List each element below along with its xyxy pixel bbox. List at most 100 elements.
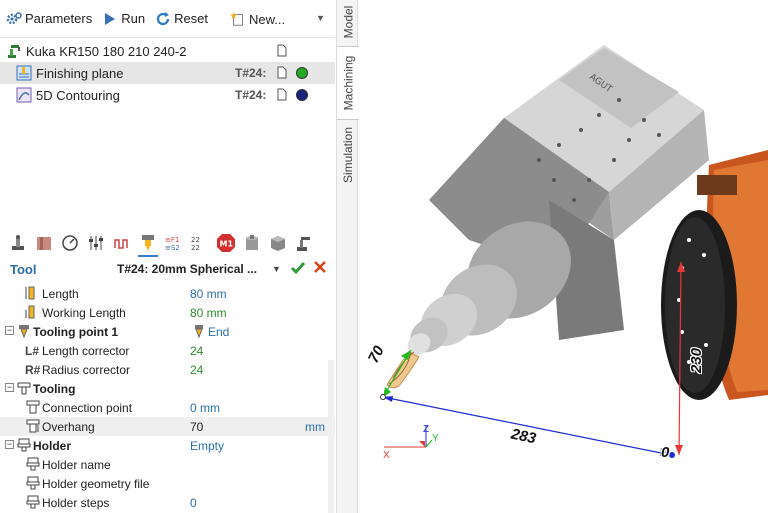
refresh-icon bbox=[155, 11, 171, 27]
tool-icon bbox=[17, 324, 31, 339]
tab-stock[interactable] bbox=[268, 232, 288, 254]
overhang-icon bbox=[26, 419, 40, 433]
prop-value[interactable]: 0 mm bbox=[190, 401, 220, 415]
prop-working-length[interactable]: Working Length 80 mm bbox=[0, 303, 335, 322]
radius-corrector-prefix: R# bbox=[25, 362, 41, 377]
prop-label: Holder geometry file bbox=[42, 476, 150, 491]
svg-text:≡S2: ≡S2 bbox=[165, 244, 180, 252]
section-label: Tooling bbox=[33, 381, 76, 396]
run-label: Run bbox=[121, 11, 146, 26]
prop-holder-name[interactable]: Holder name bbox=[0, 455, 335, 474]
dim-origin-label: 0 bbox=[661, 444, 670, 461]
parameters-button[interactable]: Parameters bbox=[6, 8, 92, 30]
axis-x-label: X bbox=[383, 450, 390, 461]
tool-code: T#24: bbox=[235, 66, 267, 80]
collapse-icon[interactable]: − bbox=[5, 383, 14, 392]
overhang-input[interactable]: 70 bbox=[190, 420, 203, 434]
tab-material[interactable] bbox=[34, 232, 54, 254]
section-label: Tooling point 1 bbox=[33, 324, 119, 339]
prop-value[interactable]: 24 bbox=[190, 344, 203, 358]
tooling-icon bbox=[17, 381, 31, 395]
svg-text:22: 22 bbox=[191, 236, 200, 244]
cylinder-icon bbox=[246, 235, 258, 250]
tab-machining[interactable]: Machining bbox=[337, 46, 359, 120]
prop-radius-corrector[interactable]: R# Radius corrector 24 bbox=[0, 360, 335, 379]
prop-label: Working Length bbox=[42, 305, 126, 320]
holder-icon bbox=[26, 457, 40, 471]
toolbar: Parameters Run Reset New... ▼ bbox=[0, 0, 335, 38]
prop-holder[interactable]: − Holder Empty bbox=[0, 436, 335, 455]
run-button[interactable]: Run bbox=[102, 8, 145, 30]
m1-stop-icon: M1 bbox=[217, 234, 235, 252]
prop-holder-geometry[interactable]: Holder geometry file bbox=[0, 474, 335, 493]
prop-length-corrector[interactable]: L# Length corrector 24 bbox=[0, 341, 335, 360]
tab-toolpath[interactable] bbox=[112, 232, 132, 254]
sliders-icon bbox=[89, 236, 103, 250]
prop-tooling-point[interactable]: − Tooling point 1 End bbox=[0, 322, 335, 341]
tab-simulation[interactable]: Simulation bbox=[337, 122, 359, 188]
collapse-icon[interactable]: − bbox=[5, 440, 14, 449]
tab-robot[interactable] bbox=[294, 232, 314, 254]
status-dot-green-icon bbox=[296, 67, 308, 79]
tab-model[interactable]: Model bbox=[337, 0, 359, 44]
document-icon bbox=[277, 88, 287, 104]
property-grid: Length 80 mm Working Length 80 mm − Tool… bbox=[0, 284, 335, 512]
machining-tree: Kuka KR150 180 210 240-2 Finishing plane… bbox=[0, 40, 335, 106]
prop-length[interactable]: Length 80 mm bbox=[0, 284, 335, 303]
close-icon[interactable] bbox=[313, 260, 327, 277]
chevron-down-icon[interactable]: ▼ bbox=[272, 264, 281, 274]
tab-links[interactable]: 22 22 bbox=[190, 232, 210, 254]
new-button[interactable]: New... bbox=[230, 8, 285, 30]
prop-tooling[interactable]: − Tooling bbox=[0, 379, 335, 398]
reset-label: Reset bbox=[174, 11, 209, 26]
prop-holder-steps[interactable]: Holder steps 0 bbox=[0, 493, 335, 512]
3d-viewport[interactable]: AGUT 70 283 230 0 X Z Y bbox=[359, 0, 768, 513]
prop-value[interactable]: 0 bbox=[190, 496, 197, 510]
length-corrector-prefix: L# bbox=[25, 343, 40, 358]
tool-tabs: ≡F1 ≡S2 22 22 M1 bbox=[0, 228, 335, 258]
tab-correctors[interactable]: ≡F1 ≡S2 bbox=[164, 232, 184, 254]
dim-vertical-label: 230 bbox=[688, 347, 706, 374]
prop-value[interactable]: 24 bbox=[190, 363, 203, 377]
links-icon: 2222 bbox=[191, 236, 200, 252]
section-label: Holder bbox=[33, 438, 72, 453]
property-scrollbar[interactable] bbox=[328, 360, 334, 513]
tab-cylinder[interactable] bbox=[242, 232, 262, 254]
svg-text:22: 22 bbox=[191, 244, 200, 252]
prop-value[interactable]: End bbox=[208, 325, 229, 339]
toolpath-icon bbox=[114, 239, 128, 249]
tree-robot[interactable]: Kuka KR150 180 210 240-2 bbox=[0, 40, 335, 62]
prop-connection-point[interactable]: Connection point 0 mm bbox=[0, 398, 335, 417]
robot-arm-icon bbox=[297, 237, 310, 251]
tab-tool[interactable] bbox=[138, 232, 158, 257]
tool-end-icon bbox=[192, 324, 206, 339]
collapse-icon[interactable]: − bbox=[5, 326, 14, 335]
chevron-down-icon[interactable]: ▼ bbox=[316, 13, 326, 23]
tool-section-title: Tool bbox=[10, 261, 37, 277]
tab-parameters[interactable] bbox=[86, 232, 106, 254]
tree-item-finishing-plane[interactable]: Finishing plane T#24: bbox=[0, 62, 335, 84]
tree-item-label: 5D Contouring bbox=[36, 87, 120, 103]
tool-icon bbox=[142, 235, 154, 251]
contouring-operation-icon bbox=[16, 87, 32, 103]
prop-label: Length bbox=[42, 286, 79, 301]
prop-value[interactable]: 80 mm bbox=[190, 306, 227, 320]
prop-overhang[interactable]: Overhang 70 mm bbox=[0, 417, 335, 436]
tab-machining-label: Machining bbox=[341, 55, 356, 111]
plane-operation-icon bbox=[16, 65, 32, 81]
working-length-icon bbox=[24, 305, 38, 319]
check-icon[interactable] bbox=[290, 260, 306, 279]
new-document-icon bbox=[230, 11, 246, 27]
prop-value[interactable]: 80 mm bbox=[190, 287, 227, 301]
tree-item-5d-contouring[interactable]: 5D Contouring T#24: bbox=[0, 84, 335, 106]
gears-icon bbox=[6, 11, 22, 27]
reset-button[interactable]: Reset bbox=[155, 8, 208, 30]
tab-speeds[interactable] bbox=[60, 232, 80, 254]
tab-m1[interactable]: M1 bbox=[216, 232, 236, 254]
parameters-label: Parameters bbox=[25, 11, 93, 26]
prop-value[interactable]: Empty bbox=[190, 439, 224, 453]
axis-y-label: Y bbox=[432, 433, 439, 444]
tab-tool-holder[interactable] bbox=[8, 232, 28, 254]
holder-icon bbox=[26, 495, 40, 509]
tool-selector[interactable]: T#24: 20mm Spherical ... bbox=[117, 262, 257, 276]
